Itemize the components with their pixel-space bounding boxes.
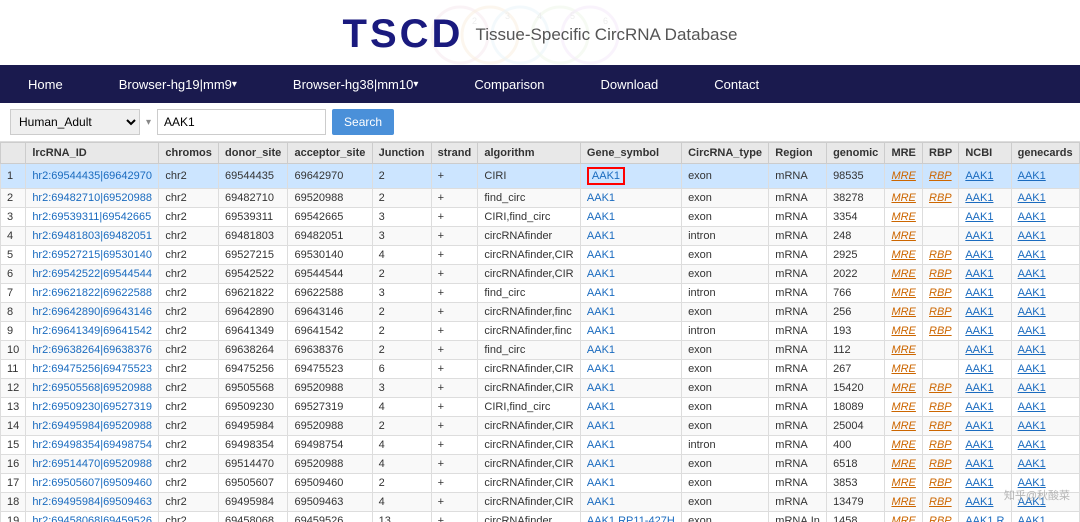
table-row: 3hr2:69539311|69542665chr269539311695426…: [1, 208, 1080, 227]
table-row: 15hr2:69498354|69498754chr26949835469498…: [1, 436, 1080, 455]
col-chromos: chromos: [159, 143, 219, 164]
search-button[interactable]: Search: [332, 109, 394, 135]
species-select[interactable]: Human_Adult Human_Fetal Mouse_Adult: [10, 109, 140, 135]
col-junction: Junction: [372, 143, 431, 164]
table-row: 5hr2:69527215|69530140chr269527215695301…: [1, 246, 1080, 265]
logo-area: 2 3 4 5 6 TSCD Tissue-Specific CircRNA D…: [0, 0, 1080, 65]
nav-browser-hg19[interactable]: Browser-hg19|mm9: [91, 65, 265, 103]
svg-text:4: 4: [537, 11, 542, 21]
col-donor-site: donor_site: [219, 143, 288, 164]
table-row: 12hr2:69505568|69520988chr26950556869520…: [1, 379, 1080, 398]
watermark: 知乎@秋酸菜: [1004, 487, 1070, 503]
table-row: 11hr2:69475256|69475523chr26947525669475…: [1, 360, 1080, 379]
svg-text:5: 5: [570, 11, 575, 21]
col-ncbi: NCBI: [959, 143, 1011, 164]
col-genecards: genecards: [1011, 143, 1079, 164]
search-bar: Human_Adult Human_Fetal Mouse_Adult ▾ Se…: [0, 103, 1080, 142]
col-lrcrna-id: lrcRNA_ID: [26, 143, 159, 164]
table-row: 13hr2:69509230|69527319chr26950923069527…: [1, 398, 1080, 417]
col-genomic: genomic: [827, 143, 885, 164]
table-row: 18hr2:69495984|69509463chr26949598469509…: [1, 493, 1080, 512]
navbar: Home Browser-hg19|mm9 Browser-hg38|mm10 …: [0, 65, 1080, 103]
logo-title: TSCD: [343, 12, 464, 57]
table-row: 9hr2:69641349|69641542chr269641349696415…: [1, 322, 1080, 341]
col-strand: strand: [431, 143, 478, 164]
table-row: 1hr2:69544435|69642970chr269544435696429…: [1, 164, 1080, 189]
table-row: 7hr2:69621822|69622588chr269621822696225…: [1, 284, 1080, 303]
nav-contact[interactable]: Contact: [686, 65, 787, 103]
dropdown-arrow-icon: ▾: [146, 117, 151, 128]
table-row: 2hr2:69482710|69520988chr269482710695209…: [1, 189, 1080, 208]
search-input[interactable]: [157, 109, 326, 135]
logo-subtitle: Tissue-Specific CircRNA Database: [475, 25, 737, 45]
table-header-row: lrcRNA_ID chromos donor_site acceptor_si…: [1, 143, 1080, 164]
nav-download[interactable]: Download: [572, 65, 686, 103]
table-row: 17hr2:69505607|69509460chr26950560769509…: [1, 474, 1080, 493]
table-row: 4hr2:69481803|69482051chr269481803694820…: [1, 227, 1080, 246]
col-algorithm: algorithm: [478, 143, 581, 164]
col-circrna-type: CircRNA_type: [682, 143, 769, 164]
table-body: 1hr2:69544435|69642970chr269544435696429…: [1, 164, 1080, 522]
table-row: 14hr2:69495984|69520988chr26949598469520…: [1, 417, 1080, 436]
col-gene-symbol: Gene_symbol: [580, 143, 681, 164]
svg-text:3: 3: [505, 11, 510, 21]
table-row: 19hr2:69458068|69459526chr26945806869459…: [1, 512, 1080, 522]
table-row: 6hr2:69542522|69544544chr269542522695445…: [1, 265, 1080, 284]
col-region: Region: [769, 143, 827, 164]
col-acceptor-site: acceptor_site: [288, 143, 372, 164]
table-row: 10hr2:69638264|69638376chr26963826469638…: [1, 341, 1080, 360]
nav-home[interactable]: Home: [0, 65, 91, 103]
table-row: 8hr2:69642890|69643146chr269642890696431…: [1, 303, 1080, 322]
table-row: 16hr2:69514470|69520988chr26951447069520…: [1, 455, 1080, 474]
nav-browser-hg38[interactable]: Browser-hg38|mm10: [265, 65, 446, 103]
results-table: lrcRNA_ID chromos donor_site acceptor_si…: [0, 142, 1080, 522]
col-num: [1, 143, 26, 164]
col-rbp: RBP: [923, 143, 959, 164]
col-mre: MRE: [885, 143, 923, 164]
results-table-container: lrcRNA_ID chromos donor_site acceptor_si…: [0, 142, 1080, 522]
nav-comparison[interactable]: Comparison: [446, 65, 572, 103]
